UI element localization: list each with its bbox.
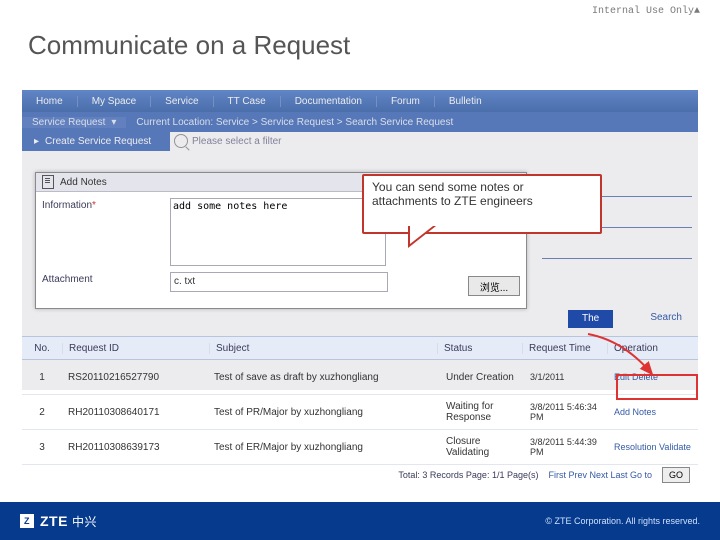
request-table: No. Request ID Subject Status Request Ti… (22, 336, 698, 485)
nav-ttcase[interactable]: TT Case (214, 96, 281, 107)
dialog-title: Add Notes (60, 177, 107, 188)
logo-mark-icon: Z (20, 514, 34, 528)
table-row: 2RH20110308640171Test of PR/Major by xuz… (22, 395, 698, 430)
information-label: Information* (42, 198, 162, 222)
nav-myspace[interactable]: My Space (78, 96, 151, 107)
cell-subject: Test of save as draft by xuzhongliang (208, 370, 440, 385)
col-operation: Operation (608, 343, 698, 354)
body-area: Please select a filter (170, 132, 698, 151)
sidebar-create-request[interactable]: Create Service Request (22, 132, 170, 151)
cell-time: 3/8/2011 5:44:39 PM (524, 435, 608, 459)
annotation-callout: You can send some notes or attachments t… (362, 174, 602, 234)
pager: Total: 3 Records Page: 1/1 Page(s) First… (22, 465, 698, 485)
nav-bulletin[interactable]: Bulletin (435, 96, 496, 107)
notes-textarea[interactable] (170, 198, 386, 266)
col-subject: Subject (210, 343, 438, 354)
attachment-label: Attachment (42, 272, 162, 296)
cell-request-id: RH20110308639173 (62, 440, 208, 455)
attachment-filename[interactable]: c. txt (170, 272, 388, 292)
cell-time: 3/1/2011 (524, 370, 608, 384)
tab-service-request[interactable]: Service Request ▾ (22, 117, 126, 128)
callout-tail-fill (410, 226, 433, 244)
nav-forum[interactable]: Forum (377, 96, 435, 107)
breadcrumb: Current Location: Service > Service Requ… (126, 117, 453, 128)
filter-placeholder[interactable]: Please select a filter (192, 136, 282, 147)
pager-go-button[interactable]: GO (662, 467, 690, 483)
cell-request-id: RS20110216527790 (62, 370, 208, 385)
nav-home[interactable]: Home (22, 96, 78, 107)
cell-subject: Test of PR/Major by xuzhongliang (208, 405, 440, 420)
content-row: Create Service Request Please select a f… (22, 132, 698, 151)
cell-no: 3 (22, 440, 62, 455)
cell-request-id: RH20110308640171 (62, 405, 208, 420)
col-no: No. (22, 343, 63, 354)
tab-label: Service Request (32, 117, 105, 128)
pager-total: Total: 3 Records Page: 1/1 Page(s) (398, 470, 538, 480)
col-request-id: Request ID (63, 343, 210, 354)
cell-no: 2 (22, 405, 62, 420)
cell-status: Under Creation (440, 370, 524, 385)
footer-bar: Z ZTE 中兴 © ZTE Corporation. All rights r… (0, 502, 720, 540)
classification-label: Internal Use Only▲ (592, 6, 700, 17)
search-button[interactable]: Search (650, 312, 682, 323)
cell-no: 1 (22, 370, 62, 385)
search-row: The Search (22, 308, 698, 336)
logo-text: ZTE (40, 513, 68, 529)
cell-status: Waiting for Response (440, 399, 524, 425)
col-time: Request Time (523, 343, 608, 354)
table-row: 3RH20110308639173Test of ER/Major by xuz… (22, 430, 698, 465)
document-icon (42, 175, 54, 189)
filter-chip[interactable]: The (568, 310, 613, 328)
browse-button[interactable]: 浏览... (468, 276, 520, 296)
nav-documentation[interactable]: Documentation (281, 96, 377, 107)
cell-operation[interactable]: Resolution Validate (608, 440, 698, 454)
filter-row: Please select a filter (170, 132, 698, 150)
chevron-down-icon: ▾ (111, 117, 116, 128)
table-row: 1RS20110216527790Test of save as draft b… (22, 360, 698, 395)
pager-links[interactable]: First Prev Next Last Go to (548, 470, 652, 480)
zte-logo: Z ZTE 中兴 (20, 513, 97, 530)
logo-cn: 中兴 (72, 513, 97, 530)
cell-status: Closure Validating (440, 434, 524, 460)
table-header: No. Request ID Subject Status Request Ti… (22, 336, 698, 360)
search-icon (174, 134, 188, 148)
col-status: Status (438, 343, 523, 354)
nav-service[interactable]: Service (151, 96, 213, 107)
cell-time: 3/8/2011 5:46:34 PM (524, 400, 608, 424)
cell-subject: Test of ER/Major by xuzhongliang (208, 440, 440, 455)
cell-operation[interactable]: Edit Delete (608, 370, 698, 384)
required-star-icon: * (92, 200, 96, 211)
slide-title: Communicate on a Request (28, 30, 350, 61)
main-nav: Home My Space Service TT Case Documentat… (22, 90, 698, 112)
sub-bar: Service Request ▾ Current Location: Serv… (22, 112, 698, 132)
cell-operation[interactable]: Add Notes (608, 405, 698, 419)
copyright: © ZTE Corporation. All rights reserved. (545, 516, 700, 526)
